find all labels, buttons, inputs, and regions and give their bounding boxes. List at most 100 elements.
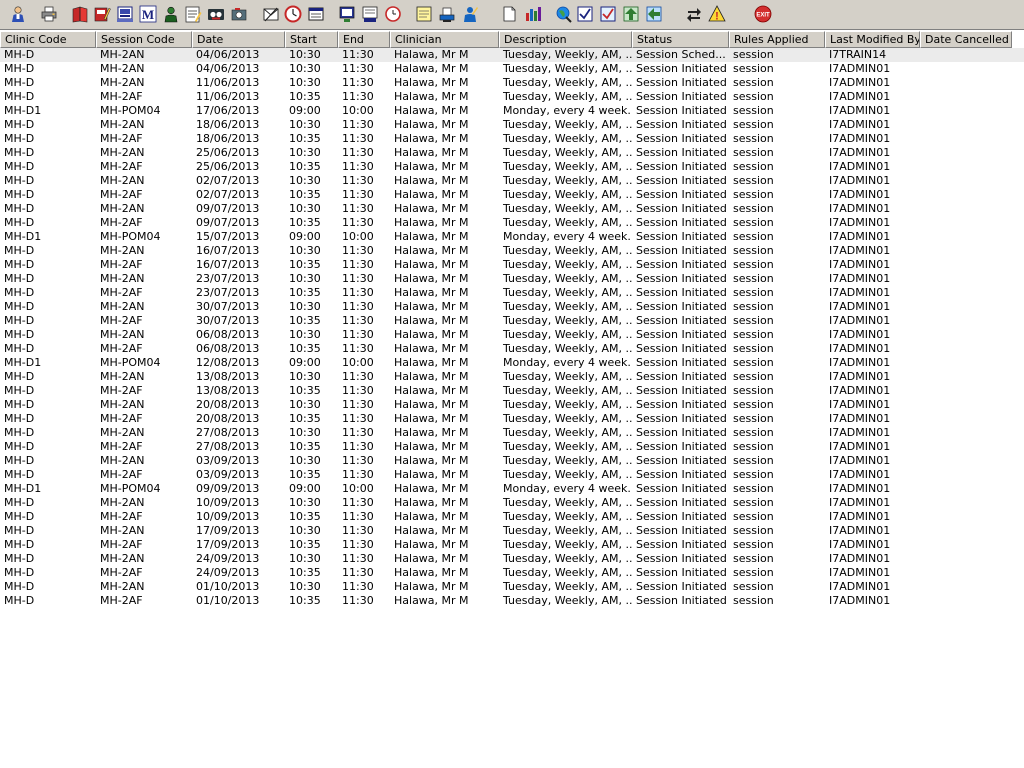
warning-button[interactable]: ! — [706, 3, 728, 25]
cell-start: 10:35 — [289, 412, 321, 425]
person-button[interactable] — [7, 3, 29, 25]
table-row[interactable]: MH-D MH-2AN 16/07/2013 10:30 11:30 Halawa, Mr… — [0, 244, 1024, 258]
table-row[interactable]: MH-D MH-2AF 16/07/2013 10:35 11:30 Halawa, Mr… — [0, 258, 1024, 272]
cell-start: 09:00 — [289, 356, 321, 369]
table-row[interactable]: MH-D MH-2AF 17/09/2013 10:35 11:30 Halawa, Mr… — [0, 538, 1024, 552]
window-button[interactable] — [305, 3, 327, 25]
cell-rules-applied: session — [733, 132, 774, 145]
table-row[interactable]: MH-D MH-2AF 13/08/2013 10:35 11:30 Halawa, Mr… — [0, 384, 1024, 398]
table-row[interactable]: MH-D MH-2AF 10/09/2013 10:35 11:30 Halawa, Mr… — [0, 510, 1024, 524]
table-row[interactable]: MH-D MH-2AN 30/07/2013 10:30 11:30 Halawa, Mr… — [0, 300, 1024, 314]
notebook-edit-button[interactable] — [91, 3, 113, 25]
cell-status: Session Sched... — [636, 48, 726, 61]
column-header-description[interactable]: Description — [499, 31, 632, 48]
column-header-clinic-code[interactable]: Clinic Code — [0, 31, 96, 48]
column-header-last-modified-by[interactable]: Last Modified By — [825, 31, 920, 48]
table-row[interactable]: MH-D MH-2AF 06/08/2013 10:35 11:30 Halawa, Mr… — [0, 342, 1024, 356]
table-row[interactable]: MH-D MH-2AF 27/08/2013 10:35 11:30 Halawa, Mr… — [0, 440, 1024, 454]
green-arrow-button[interactable] — [620, 3, 642, 25]
table-row[interactable]: MH-D MH-2AN 04/06/2013 10:30 11:30 Halawa, Mr… — [0, 62, 1024, 76]
table-row[interactable]: MH-D1 MH-POM04 12/08/2013 09:00 10:00 Halawa,… — [0, 356, 1024, 370]
table-row[interactable]: MH-D MH-2AN 27/08/2013 10:30 11:30 Halawa, Mr… — [0, 426, 1024, 440]
cell-date: 06/08/2013 — [196, 328, 260, 341]
table-row[interactable]: MH-D MH-2AF 20/08/2013 10:35 11:30 Halawa, Mr… — [0, 412, 1024, 426]
printer-icon — [40, 5, 58, 23]
table-row[interactable]: MH-D MH-2AF 02/07/2013 10:35 11:30 Halawa, Mr… — [0, 188, 1024, 202]
table-row[interactable]: MH-D MH-2AN 23/07/2013 10:30 11:30 Halawa, Mr… — [0, 272, 1024, 286]
check-document-button[interactable] — [574, 3, 596, 25]
cell-clinician: Halawa, Mr M — [394, 244, 469, 257]
notes-button[interactable] — [182, 3, 204, 25]
tape-button[interactable] — [205, 3, 227, 25]
table-row[interactable]: MH-D MH-2AF 09/07/2013 10:35 11:30 Halawa, Mr… — [0, 216, 1024, 230]
cell-session-code: MH-2AN — [100, 244, 145, 257]
document-list-button[interactable] — [359, 3, 381, 25]
transfer-button[interactable] — [683, 3, 705, 25]
cell-end: 11:30 — [342, 300, 374, 313]
hat-button[interactable] — [436, 3, 458, 25]
table-row[interactable]: MH-D MH-2AF 25/06/2013 10:35 11:30 Halawa, Mr… — [0, 160, 1024, 174]
table-row[interactable]: MH-D MH-2AN 04/06/2013 10:30 11:30 Halawa, Mr… — [0, 48, 1024, 62]
letter-m-button[interactable]: M — [137, 3, 159, 25]
table-row[interactable]: MH-D MH-2AF 18/06/2013 10:35 11:30 Halawa, Mr… — [0, 132, 1024, 146]
table-row[interactable]: MH-D MH-2AF 03/09/2013 10:35 11:30 Halawa, Mr… — [0, 468, 1024, 482]
yellow-document-button[interactable] — [413, 3, 435, 25]
table-row[interactable]: MH-D MH-2AF 30/07/2013 10:35 11:30 Halawa, Mr… — [0, 314, 1024, 328]
column-header-session-code[interactable]: Session Code — [96, 31, 192, 48]
book-button[interactable] — [69, 3, 91, 25]
cell-session-code: MH-2AN — [100, 524, 145, 537]
keyboard-button[interactable] — [114, 3, 136, 25]
cell-end: 11:30 — [342, 524, 374, 537]
table-row[interactable]: MH-D MH-2AN 02/07/2013 10:30 11:30 Halawa, Mr… — [0, 174, 1024, 188]
check-document-alt-button[interactable] — [597, 3, 619, 25]
table-row[interactable]: MH-D MH-2AF 01/10/2013 10:35 11:30 Halawa, Mr… — [0, 594, 1024, 608]
cell-end: 11:30 — [342, 566, 374, 579]
user-card-button[interactable] — [160, 3, 182, 25]
table-row[interactable]: MH-D MH-2AN 24/09/2013 10:30 11:30 Halawa, Mr… — [0, 552, 1024, 566]
table-row[interactable]: MH-D1 MH-POM04 17/06/2013 09:00 10:00 Halawa,… — [0, 104, 1024, 118]
column-header-start[interactable]: Start — [285, 31, 338, 48]
column-header-end[interactable]: End — [338, 31, 390, 48]
table-row[interactable]: MH-D1 MH-POM04 09/09/2013 09:00 10:00 Halawa,… — [0, 482, 1024, 496]
table-row[interactable]: MH-D MH-2AN 09/07/2013 10:30 11:30 Halawa, Mr… — [0, 202, 1024, 216]
table-row[interactable]: MH-D MH-2AF 24/09/2013 10:35 11:30 Halawa, Mr… — [0, 566, 1024, 580]
cell-last-modified-by: I7ADMIN01 — [829, 342, 891, 355]
no-entry-button[interactable] — [282, 3, 304, 25]
clock-button[interactable] — [382, 3, 404, 25]
screen-button[interactable] — [336, 3, 358, 25]
column-header-rules-applied[interactable]: Rules Applied — [729, 31, 825, 48]
column-header-clinician[interactable]: Clinician — [390, 31, 499, 48]
table-row[interactable]: MH-D MH-2AN 10/09/2013 10:30 11:30 Halawa, Mr… — [0, 496, 1024, 510]
printer-button[interactable] — [38, 3, 60, 25]
cell-date: 01/10/2013 — [196, 594, 260, 607]
column-header-date-cancelled[interactable]: Date Cancelled — [920, 31, 1012, 48]
table-row[interactable]: MH-D MH-2AN 13/08/2013 10:30 11:30 Halawa, Mr… — [0, 370, 1024, 384]
cell-clinic-code: MH-D — [4, 328, 35, 341]
table-row[interactable]: MH-D MH-2AN 01/10/2013 10:30 11:30 Halawa, Mr… — [0, 580, 1024, 594]
table-row[interactable]: MH-D MH-2AN 18/06/2013 10:30 11:30 Halawa, Mr… — [0, 118, 1024, 132]
green-arrow-alt-button[interactable] — [643, 3, 665, 25]
table-row[interactable]: MH-D MH-2AN 11/06/2013 10:30 11:30 Halawa, Mr… — [0, 76, 1024, 90]
cell-last-modified-by: I7ADMIN01 — [829, 188, 891, 201]
person-blue-button[interactable] — [459, 3, 481, 25]
table-row[interactable]: MH-D MH-2AN 06/08/2013 10:30 11:30 Halawa, Mr… — [0, 328, 1024, 342]
exit-icon: EXIT — [754, 5, 772, 23]
table-row[interactable]: MH-D MH-2AN 03/09/2013 10:30 11:30 Halawa, Mr… — [0, 454, 1024, 468]
envelope-pencil-button[interactable] — [260, 3, 282, 25]
exit-button[interactable]: EXIT — [752, 3, 774, 25]
blank-page-button[interactable] — [498, 3, 520, 25]
table-row[interactable]: MH-D MH-2AN 20/08/2013 10:30 11:30 Halawa, Mr… — [0, 398, 1024, 412]
globe-search-button[interactable] — [552, 3, 574, 25]
table-row[interactable]: MH-D MH-2AN 25/06/2013 10:30 11:30 Halawa, Mr… — [0, 146, 1024, 160]
cell-date: 23/07/2013 — [196, 272, 260, 285]
table-row[interactable]: MH-D MH-2AF 11/06/2013 10:35 11:30 Halawa, Mr… — [0, 90, 1024, 104]
column-header-status[interactable]: Status — [632, 31, 729, 48]
column-header-date[interactable]: Date — [192, 31, 285, 48]
table-row[interactable]: MH-D MH-2AN 17/09/2013 10:30 11:30 Halawa, Mr… — [0, 524, 1024, 538]
bar-chart-button[interactable] — [522, 3, 544, 25]
table-row[interactable]: MH-D1 MH-POM04 15/07/2013 09:00 10:00 Halawa,… — [0, 230, 1024, 244]
table-row[interactable]: MH-D MH-2AF 23/07/2013 10:35 11:30 Halawa, Mr… — [0, 286, 1024, 300]
cell-last-modified-by: I7ADMIN01 — [829, 510, 891, 523]
cell-last-modified-by: I7ADMIN01 — [829, 454, 891, 467]
camera-button[interactable] — [228, 3, 250, 25]
